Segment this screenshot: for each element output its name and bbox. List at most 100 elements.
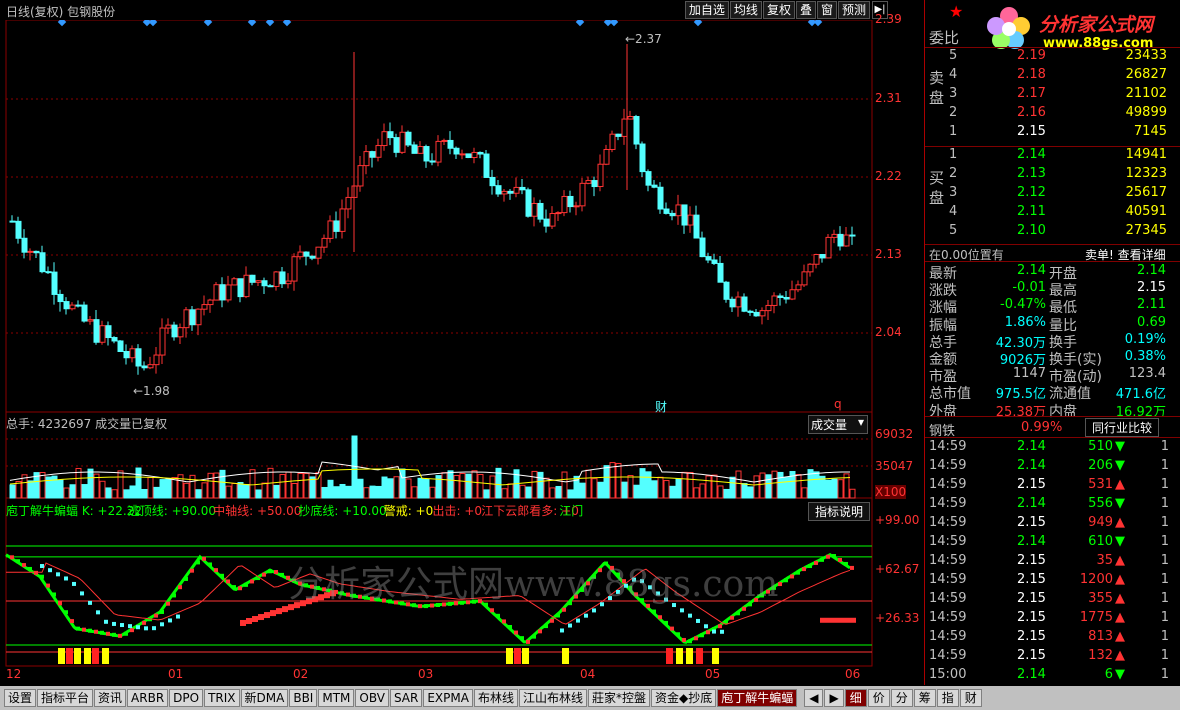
panel-tab-5[interactable]: 财: [959, 689, 982, 707]
arrow-down-icon: ▼: [1115, 496, 1125, 511]
volume-bar: [525, 486, 532, 499]
candle-body: [129, 348, 136, 359]
volume-bar: [465, 473, 472, 499]
tick-volume: 355: [1088, 591, 1113, 606]
indicator-tab-3[interactable]: ARBR: [127, 689, 169, 707]
candle-body: [759, 310, 766, 317]
tick-price: 2.14: [1017, 496, 1046, 511]
step-bar: [240, 619, 246, 626]
tick-time: 14:59: [929, 610, 967, 625]
toolbar-button-1[interactable]: 均线: [729, 1, 762, 19]
candle-body: [717, 262, 724, 283]
tick-price: 2.15: [1017, 572, 1046, 587]
dn-dot: [704, 624, 708, 629]
indicator-axis-label: +26.33: [875, 611, 920, 625]
x-axis-label: 06: [845, 667, 861, 681]
compare-button[interactable]: 同行业比较: [1085, 418, 1160, 437]
toolbar-button-0[interactable]: 加自选: [684, 1, 729, 19]
k-dot: [820, 557, 824, 562]
volume-bar: [609, 462, 616, 499]
scroll-right-icon[interactable]: ▶: [824, 689, 844, 707]
volume-bar: [813, 471, 820, 499]
indicator-tab-14[interactable]: 莊家*控盤: [587, 689, 650, 707]
indicator-tab-2[interactable]: 资讯: [94, 689, 127, 707]
candle-body: [615, 133, 622, 137]
stat-value: -0.47%: [1000, 297, 1046, 313]
indicator-tab-6[interactable]: 新DMA: [240, 689, 289, 707]
candle-body: [69, 304, 76, 310]
indicator-tab-9[interactable]: OBV: [355, 689, 389, 707]
k-dot: [274, 570, 278, 575]
candle-body: [345, 196, 352, 210]
toolbar-button-4[interactable]: 窗: [816, 1, 837, 19]
dn-dot: [560, 628, 564, 633]
tick-row: 14:59 2.14 206 ▼ 1: [925, 458, 1180, 477]
indicator-tab-4[interactable]: DPO: [169, 689, 204, 707]
weibi-label: 委比: [929, 29, 960, 47]
toolbar-button-5[interactable]: 预测: [837, 1, 870, 19]
diamond-marker: [203, 20, 213, 27]
indicator-tab-10[interactable]: SAR: [389, 689, 423, 707]
dn-dot: [584, 613, 588, 618]
indicator-tab-13[interactable]: 江山布林线: [518, 689, 587, 707]
indicator-tab-5[interactable]: TRIX: [204, 689, 240, 707]
panel-tab-0[interactable]: 细: [844, 689, 867, 707]
level-volume: 26827: [1125, 67, 1167, 82]
indicator-param-3: 抄底线: +10.00: [298, 504, 387, 518]
toolbar-button-3[interactable]: 叠: [795, 1, 816, 19]
candle-body: [819, 254, 826, 259]
signal-bar: [84, 648, 91, 664]
k-dot: [688, 639, 692, 644]
k-dot: [556, 613, 560, 618]
indicator-help-button[interactable]: 指标说明: [808, 502, 871, 521]
toolbar-button-2[interactable]: 复权: [762, 1, 795, 19]
indicator-tab-7[interactable]: BBI: [289, 689, 318, 707]
indicator-tab-12[interactable]: 布林线: [473, 689, 518, 707]
volume-bar: [477, 473, 484, 499]
signal-bar: [522, 648, 529, 664]
candle-body: [747, 310, 754, 313]
panel-tab-1[interactable]: 价: [867, 689, 890, 707]
candle-body: [87, 319, 94, 322]
volume-bar: [285, 471, 292, 499]
panel-tab-2[interactable]: 分: [890, 689, 913, 707]
indicator-tab-11[interactable]: EXPMA: [423, 689, 473, 707]
volume-bar: [801, 487, 808, 499]
tick-count: 1: [1160, 477, 1169, 492]
k-dot: [268, 569, 272, 574]
k-dot: [508, 624, 512, 629]
chevron-down-icon: ▾: [858, 415, 865, 429]
volume-bar: [651, 480, 658, 499]
k-dot: [10, 555, 14, 560]
level-volume: 12323: [1125, 166, 1167, 181]
star-icon[interactable]: ★: [949, 2, 963, 21]
dn-dot: [696, 618, 700, 623]
candle-body: [105, 325, 112, 339]
step-bar: [246, 617, 252, 624]
scroll-left-icon[interactable]: ◀: [804, 689, 824, 707]
tick-count: 1: [1160, 648, 1169, 663]
volume-bar: [225, 485, 232, 499]
indicator-tab-8[interactable]: MTM: [318, 689, 355, 707]
panel-tab-4[interactable]: 指: [936, 689, 959, 707]
candle-body: [801, 271, 808, 286]
tick-time: 14:59: [929, 439, 967, 454]
level-num: 2: [949, 105, 958, 120]
candle-body: [75, 304, 82, 307]
indicator-tab-1[interactable]: 指标平台: [37, 689, 94, 707]
candle-body: [393, 137, 400, 153]
volume-bar: [675, 478, 682, 499]
indicator-tab-15[interactable]: 资金◆抄底: [650, 689, 717, 707]
indicator-tab-16[interactable]: 庖丁解牛蝙蝠: [717, 689, 798, 707]
volume-bar: [231, 482, 238, 499]
k-dot: [220, 573, 224, 578]
panel-tab-3[interactable]: 筹: [913, 689, 936, 707]
indicator-tab-0[interactable]: 设置: [4, 689, 37, 707]
tick-volume: 813: [1088, 629, 1113, 644]
signal-bar: [506, 648, 513, 664]
price-axis-label: 2.31: [875, 91, 902, 105]
candle-body: [603, 148, 610, 165]
diamond-marker: [265, 20, 275, 27]
volume-bar: [381, 476, 388, 499]
arrow-down-icon: ▼: [1115, 667, 1125, 682]
